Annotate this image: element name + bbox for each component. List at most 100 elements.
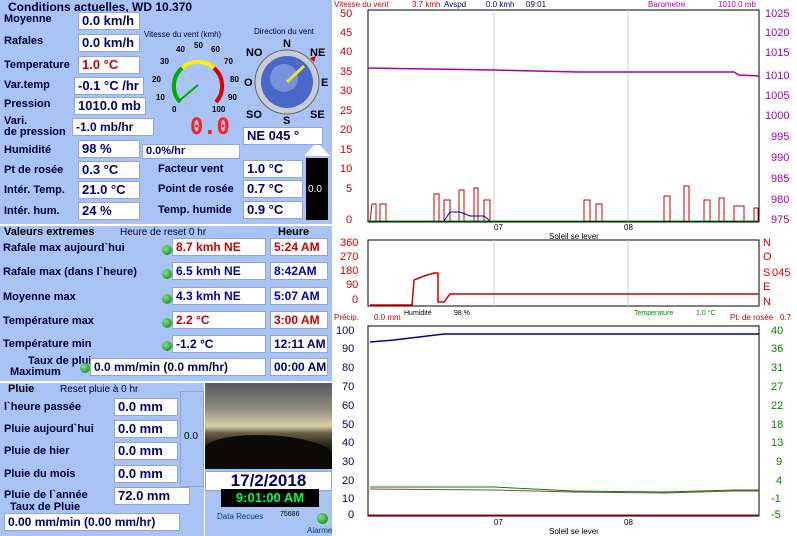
wind-plot-frame xyxy=(367,9,760,223)
led-indicator xyxy=(162,341,172,351)
rain-rate-max-value: 0.0 mm/min (0.0 mm/hr) xyxy=(90,358,266,376)
gauge-tick: 50 xyxy=(194,41,203,50)
compass-e: E xyxy=(321,77,328,89)
wind-right-tick: 975 xyxy=(771,214,789,226)
chart-area: Vitesse du vent 3.7 kmh Avspd 0.0 kmh 09… xyxy=(334,0,797,536)
wind-right-tick: 990 xyxy=(771,152,789,164)
direction-chart: 360 270 180 90 0 N O S 045 E N Humidité … xyxy=(340,237,790,317)
dir-right-tick: S xyxy=(763,267,770,279)
wind-left-tick: 45 xyxy=(340,27,352,39)
gusts-value: 0.0 km/h xyxy=(78,34,140,52)
temp-min-time: 12:11 AM xyxy=(270,335,328,353)
wind-chart: 50 45 40 35 30 25 20 15 10 5 0 1025 1020… xyxy=(340,8,789,240)
direction-reading: NE 045 ° xyxy=(243,127,323,145)
dir-right-tick: O xyxy=(763,251,772,263)
indoor-temp-value: 21.0 °C xyxy=(78,181,140,199)
label-rain-year: Pluie de l`année xyxy=(4,489,88,501)
indoor-hum-value: 24 % xyxy=(78,202,140,220)
wind-factor-value: 1.0 °C xyxy=(243,160,303,178)
gauge-tick: 70 xyxy=(224,57,233,66)
alarm-label: Alarme xyxy=(307,526,333,535)
gauge-arc-green xyxy=(171,66,184,104)
humid-temp-value: 0.9 °C xyxy=(243,201,303,219)
temp-footer: Soleil se lever xyxy=(549,527,599,536)
compass-no: NO xyxy=(246,47,263,59)
label-indoor-hum: Intér. hum. xyxy=(4,205,60,217)
label-dew: Pt de rosée xyxy=(4,164,64,176)
dir-right-tick: N xyxy=(763,296,771,308)
temp-right-tick: 40 xyxy=(771,325,783,337)
rain-panel: Pluie Reset pluie à 0 hr l`heure passée … xyxy=(0,383,204,536)
dir-left-tick: 360 xyxy=(340,237,358,249)
wind-left-tick: 40 xyxy=(340,46,352,58)
led-indicator xyxy=(80,363,90,373)
wind-direction-compass: N NE E SE S SO O NO xyxy=(244,38,328,124)
label-gust-max-hour: Rafale max (dans l`heure) xyxy=(3,266,137,278)
label-average-max: Moyenne max xyxy=(3,291,76,303)
wind-left-tick: 20 xyxy=(340,124,352,136)
label-average: Moyenne xyxy=(4,13,52,25)
compass-se: SE xyxy=(310,109,325,121)
x-label: 07 xyxy=(494,518,503,527)
tree-silhouette xyxy=(205,435,332,469)
x-label: 08 xyxy=(624,518,633,527)
webcam-image xyxy=(205,383,332,469)
temp-right-tick: 4 xyxy=(776,475,782,487)
side-bar-value: 0.0 xyxy=(308,184,322,195)
dew-point2-value: 0.7 °C xyxy=(243,180,303,198)
gauge-arc-red xyxy=(212,66,225,104)
temp-min-value: -1.2 °C xyxy=(172,335,266,353)
gauge-tick: 40 xyxy=(176,45,185,54)
label-rain-rate: Taux de Pluie xyxy=(10,501,81,513)
gauge-tick: 0 xyxy=(172,105,177,114)
dir-right-tick: N xyxy=(763,237,771,249)
gauge-tick: 30 xyxy=(160,57,169,66)
dir-left-tick: 270 xyxy=(340,251,358,263)
average-value: 0.0 km/h xyxy=(78,12,140,30)
time-display: 9:01:00 AM xyxy=(221,489,319,507)
average-max-time: 5:07 AM xyxy=(270,287,328,305)
compass-o: O xyxy=(244,77,253,89)
var-temp-value: -0.1 °C /hr xyxy=(74,77,144,95)
wind-left-tick: 25 xyxy=(340,105,352,117)
temp-left-tick: 50 xyxy=(342,419,354,431)
label-gust-max-today: Rafale max aujourd`hui xyxy=(3,242,125,254)
label-rain-last-hour: l`heure passée xyxy=(4,401,82,413)
date-display: 17/2/2018 xyxy=(205,471,332,491)
label-temperature: Temperature xyxy=(4,59,70,71)
temperature-value: 1.0 °C xyxy=(78,56,140,74)
gauge-digital-display: 0.0 xyxy=(190,115,230,140)
data-received-count: 75686 xyxy=(280,511,300,518)
temp-left-tick: 10 xyxy=(342,493,354,505)
compass-ne: NE xyxy=(310,47,325,59)
extremes-time-header: Heure xyxy=(278,226,310,238)
label-gusts: Rafales xyxy=(4,35,44,47)
label-rain-rate-sub: Maximum xyxy=(10,366,61,378)
direction-plot-frame xyxy=(367,239,760,307)
temp-right-tick: 18 xyxy=(771,419,783,431)
wind-left-tick: 5 xyxy=(346,183,352,195)
wind-left-ticks: 50 45 40 35 30 25 20 15 10 5 0 xyxy=(340,8,352,226)
dew-value: 0.3 °C xyxy=(78,161,140,179)
wind-right-tick: 1025 xyxy=(765,8,789,20)
temp-right-tick: 36 xyxy=(771,343,783,355)
temp-right-tick: -1 xyxy=(771,493,781,505)
wind-right-tick: 1005 xyxy=(765,90,789,102)
temp-right-tick: 9 xyxy=(776,456,782,468)
gauge-tick: 90 xyxy=(228,93,237,102)
label-temp-min: Température min xyxy=(3,338,92,350)
temp-max-value: 2.2 °C xyxy=(172,311,266,329)
rain-gauge-value: 0.0 xyxy=(184,431,198,442)
led-indicator xyxy=(162,294,172,304)
wind-right-ticks: 1025 1020 1015 1010 1005 1000 995 990 98… xyxy=(765,8,789,226)
temp-right-tick: -5 xyxy=(771,509,781,521)
temp-right-tick: 22 xyxy=(771,400,783,412)
temp-left-tick: 60 xyxy=(342,400,354,412)
clock-panel: 17/2/2018 9:01:00 AM Data Recues 75686 A… xyxy=(205,469,332,536)
wind-left-tick: 50 xyxy=(340,8,352,20)
rain-rate-value: 0.00 mm/min (0.00 mm/hr) xyxy=(4,513,180,531)
label-humid-temp: Temp. humide xyxy=(158,204,232,216)
dir-footer-right-val: 1.0 °C xyxy=(696,309,716,317)
gauge-tick: 10 xyxy=(156,93,165,102)
rain-year-value: 72.0 mm xyxy=(114,487,190,505)
